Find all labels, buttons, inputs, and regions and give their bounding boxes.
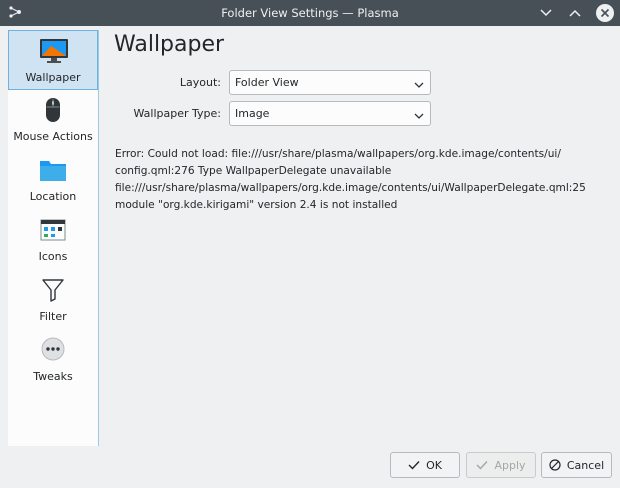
title-bar: Folder View Settings — Plasma [0,0,620,26]
apply-button[interactable]: Apply [466,452,536,478]
error-line: config.qml:276 Type WallpaperDelegate un… [115,165,392,177]
sidebar-item-tweaks[interactable]: Tweaks [8,330,98,390]
minimize-button[interactable] [537,4,555,22]
wallpaper-type-combobox[interactable]: Image [229,101,431,126]
maximize-button[interactable] [566,4,584,22]
layout-combobox[interactable]: Folder View [229,70,431,95]
folder-icon [38,156,68,184]
chevron-down-icon [540,9,552,17]
cancel-button[interactable]: Cancel [541,452,612,478]
checkmark-icon [408,461,420,470]
monitor-icon [39,37,69,65]
cancel-label: Cancel [566,458,605,472]
sidebar-item-label: Mouse Actions [13,130,93,143]
sidebar-item-location[interactable]: Location [8,150,98,210]
layout-label: Layout: [179,76,221,89]
sidebar-item-wallpaper[interactable]: Wallpaper [8,30,98,90]
chevron-down-icon [414,79,424,88]
sidebar-item-label: Wallpaper [25,71,81,84]
error-line: module "org.kde.kirigami" version 2.4 is… [115,199,398,211]
cancel-icon [549,459,561,471]
close-icon [600,8,610,18]
apply-label: Apply [494,458,526,472]
sidebar-item-icons[interactable]: Icons [8,210,98,270]
more-icon [38,336,68,364]
sidebar-item-label: Location [29,190,77,203]
error-message: Error: Could not load: file:///usr/share… [115,146,615,214]
ok-button[interactable]: OK [390,452,460,478]
sidebar-item-label: Icons [38,250,68,263]
window-title: Folder View Settings — Plasma [221,6,399,20]
sidebar-item-mouse-actions[interactable]: Mouse Actions [8,90,98,150]
category-sidebar: Wallpaper Mouse Actions Location Icons F… [8,30,99,446]
error-line: Error: Could not load: file:///usr/share… [115,148,561,160]
wallpaper-type-value: Image [235,107,270,120]
filter-icon [38,276,68,304]
close-button[interactable] [596,4,614,22]
mouse-icon [38,96,68,124]
wallpaper-type-label: Wallpaper Type: [133,107,222,120]
layout-value: Folder View [235,76,299,89]
sidebar-item-filter[interactable]: Filter [8,270,98,330]
ok-label: OK [426,458,442,472]
chevron-down-icon [414,110,424,119]
sidebar-item-label: Filter [39,310,67,323]
page-title: Wallpaper [114,32,225,57]
checkmark-icon [476,461,488,470]
error-line: file:///usr/share/plasma/wallpapers/org.… [115,182,586,194]
icons-view-icon [38,216,68,244]
sidebar-item-label: Tweaks [33,370,73,383]
chevron-up-icon [569,9,581,17]
